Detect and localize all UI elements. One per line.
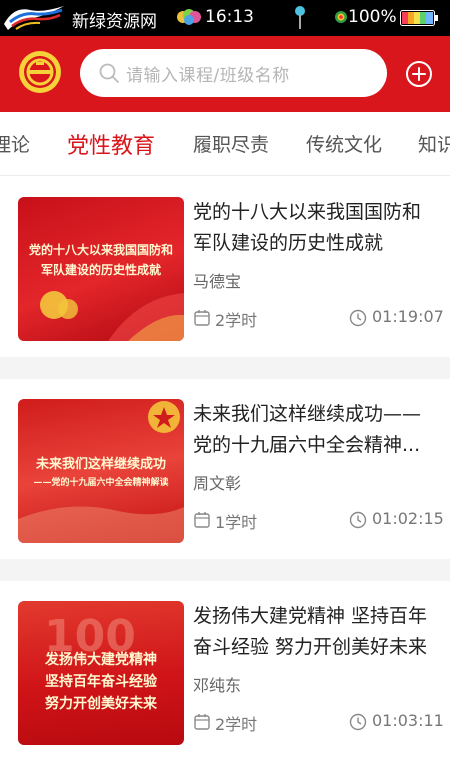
course-thumbnail: 未来我们这样继续成功 ——党的十九届六中全会精神解读 <box>18 399 184 543</box>
course-author: 周文彰 <box>193 474 242 493</box>
thumb-line-3: 努力开创美好未来 <box>45 696 157 712</box>
app-header: 请输入课程/班级名称 <box>0 36 450 112</box>
clock-icon <box>349 713 367 731</box>
clock-icon <box>349 309 367 327</box>
tab-culture[interactable]: 传统文化 <box>306 130 382 157</box>
course-credits: 2学时 <box>215 715 258 734</box>
tab-party-education[interactable]: 党性教育 <box>67 128 155 160</box>
tab-duty[interactable]: 履职尽责 <box>193 130 269 157</box>
divider <box>0 357 450 379</box>
battery-percentage: 100% <box>348 7 397 27</box>
battery-icon <box>400 10 438 26</box>
course-card[interactable]: 党的十八大以来我国国防和 军队建设的历史性成就 党的十八大以来我国国防和军队建设… <box>0 177 450 357</box>
thumb-line-1: 发扬伟大建党精神 <box>45 652 157 668</box>
course-card[interactable]: 未来我们这样继续成功 ——党的十九届六中全会精神解读 未来我们这样继续成功——党… <box>0 379 450 559</box>
thumb-line-2: 军队建设的历史性成就 <box>40 263 161 277</box>
source-logo-icon <box>4 6 64 30</box>
search-placeholder: 请输入课程/班级名称 <box>126 66 290 86</box>
search-bar[interactable]: 请输入课程/班级名称 <box>80 49 387 97</box>
status-time: 16:13 <box>205 7 254 27</box>
recording-icon <box>335 11 347 23</box>
course-card[interactable]: 100 发扬伟大建党精神 坚持百年奋斗经验 努力开创美好未来 发扬伟大建党精神 … <box>0 581 450 761</box>
status-bar: 新绿资源网 16:13 100% <box>0 0 450 36</box>
pin-icon <box>295 6 305 29</box>
thumb-line-1: 未来我们这样继续成功 <box>35 457 166 472</box>
calendar-icon <box>194 512 210 528</box>
course-author: 邓纯东 <box>193 676 242 695</box>
course-duration: 01:02:15 <box>372 509 444 528</box>
thumb-line-2: ——党的十九届六中全会精神解读 <box>33 478 169 488</box>
add-icon[interactable] <box>405 60 433 88</box>
divider <box>0 559 450 581</box>
course-credits: 2学时 <box>215 311 258 330</box>
tab-knowledge[interactable]: 知识 <box>418 130 450 157</box>
search-icon <box>99 63 119 83</box>
course-thumbnail: 100 发扬伟大建党精神 坚持百年奋斗经验 努力开创美好未来 <box>18 601 184 745</box>
course-duration: 01:19:07 <box>372 307 444 326</box>
clock-icon <box>349 511 367 529</box>
calendar-icon <box>194 310 210 326</box>
course-title: 发扬伟大建党精神 坚持百年奋斗经验 努力开创美好未来 <box>193 605 428 658</box>
course-title: 党的十八大以来我国国防和军队建设的历史性成就 <box>193 201 422 254</box>
thumb-line-1: 党的十八大以来我国国防和 <box>28 243 173 257</box>
course-title: 未来我们这样继续成功——党的十九届六中全会精神... <box>193 403 422 456</box>
status-source-text: 新绿资源网 <box>72 12 157 32</box>
tab-theory[interactable]: 理论 <box>0 130 30 157</box>
course-author: 马德宝 <box>193 272 242 291</box>
party-logo-icon <box>19 51 61 93</box>
course-thumbnail: 党的十八大以来我国国防和 军队建设的历史性成就 <box>18 197 184 341</box>
thumb-line-2: 坚持百年奋斗经验 <box>45 674 157 690</box>
category-tabs: 理论 党性教育 履职尽责 传统文化 知识 <box>0 112 450 176</box>
balloon-icon <box>177 9 201 25</box>
course-duration: 01:03:11 <box>372 711 444 730</box>
calendar-icon <box>194 714 210 730</box>
course-credits: 1学时 <box>215 513 258 532</box>
